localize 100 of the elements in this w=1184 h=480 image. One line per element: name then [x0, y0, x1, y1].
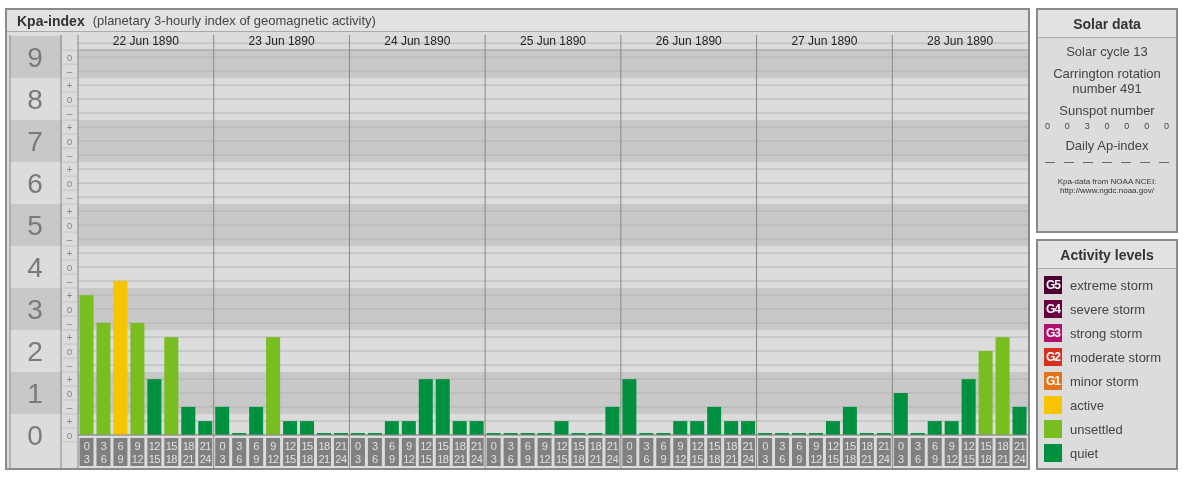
- x-tick-label: 3 6: [779, 440, 786, 465]
- level-label: active: [1070, 397, 1104, 413]
- x-tick-label: 0 3: [897, 440, 904, 465]
- kp-axis-label: 0: [27, 420, 43, 451]
- ap-heading: Daily Ap-index: [1065, 138, 1149, 153]
- date-label: 28 Jun 1890: [927, 34, 994, 48]
- chart-subtitle: (planetary 3-hourly index of geomagnetic activity): [92, 13, 376, 28]
- time-slot-label: 12 15: [147, 438, 162, 466]
- time-slot-label: 3 6: [775, 438, 790, 466]
- time-slot-label: 9 12: [130, 438, 145, 466]
- level-swatch: G2: [1044, 348, 1062, 366]
- time-slot-label: 3 6: [232, 438, 247, 466]
- time-slot-label: 6 9: [656, 438, 671, 466]
- level-label: unsettled: [1070, 421, 1123, 437]
- kp-axis-label: 9: [27, 42, 43, 74]
- sub-level-label: –: [66, 276, 73, 288]
- x-tick-label: 3 6: [643, 440, 650, 465]
- time-slot-label: 0 3: [758, 438, 773, 466]
- x-tick-label: 6 9: [524, 440, 531, 465]
- date-label: 23 Jun 1890: [248, 34, 315, 48]
- level-label: extreme storm: [1070, 277, 1154, 293]
- time-slot-label: 18 21: [317, 438, 331, 466]
- kp-axis-label: 2: [27, 336, 43, 368]
- level-swatch: G5: [1044, 276, 1062, 294]
- level-label: moderate storm: [1070, 349, 1162, 365]
- time-slot-label: 9 12: [266, 438, 281, 466]
- x-tick-label: 0 3: [490, 440, 497, 465]
- sub-level-label: o: [66, 304, 73, 316]
- ap-value: —: [1102, 156, 1112, 167]
- level-label: minor storm: [1070, 373, 1139, 389]
- solar-cycle: Solar cycle 13: [1066, 44, 1148, 59]
- time-slot-label: 18 21: [181, 438, 196, 466]
- sub-level-label: –: [66, 234, 73, 246]
- sunspot-value: 0: [1104, 121, 1110, 131]
- ap-value: —: [1064, 156, 1074, 167]
- x-tick-label: 3 6: [507, 440, 514, 465]
- sub-level-label: o: [66, 136, 73, 148]
- time-slot-label: 0 3: [215, 438, 230, 466]
- x-tick-label: 0 3: [626, 440, 633, 465]
- sunspot-value: 0: [1064, 121, 1070, 131]
- sub-level-label: o: [66, 430, 73, 441]
- level-label: strong storm: [1070, 325, 1143, 341]
- kp-axis-label: 7: [27, 126, 43, 158]
- sunspot-value: 0: [1163, 121, 1169, 131]
- level-swatch: G3: [1044, 324, 1062, 342]
- sub-level-label: o: [66, 262, 73, 274]
- time-slot-label: 9 12: [673, 438, 688, 466]
- sunspot-value: 3: [1084, 121, 1090, 131]
- time-slot-label: 15 18: [300, 438, 315, 466]
- kp-axis-label: 6: [27, 168, 43, 200]
- time-slot-label: 15 18: [164, 438, 179, 466]
- sunspot-heading: Sunspot number: [1059, 103, 1155, 118]
- ap-value: —: [1083, 156, 1093, 167]
- level-label: quiet: [1070, 445, 1099, 461]
- sub-level-label: +: [66, 248, 73, 260]
- kp-axis-label: 1: [27, 378, 43, 409]
- x-tick-label: 3 6: [100, 440, 107, 465]
- sub-level-label: –: [66, 192, 73, 204]
- sub-level-label: o: [66, 346, 73, 358]
- date-label: 25 Jun 1890: [519, 34, 587, 48]
- x-tick-label: 0 3: [762, 440, 769, 465]
- x-tick-label: 6 9: [389, 440, 396, 465]
- date-label: 24 Jun 1890: [384, 34, 451, 48]
- x-tick-label: 6 9: [660, 440, 667, 465]
- time-slot-label: 6 9: [792, 438, 806, 466]
- time-slot-label: 18 21: [588, 438, 603, 466]
- time-slot-label: 18 21: [724, 438, 739, 466]
- time-slot-label: 6 9: [249, 438, 264, 466]
- kp-axis-label: 4: [27, 252, 43, 284]
- sunspot-value: 0: [1124, 121, 1130, 131]
- time-slot-label: 12 15: [283, 438, 298, 466]
- sunspot-value: 0: [1144, 121, 1150, 131]
- sub-level-label: o: [66, 178, 73, 190]
- level-swatch: G4: [1044, 300, 1062, 318]
- sub-level-label: o: [66, 94, 73, 106]
- sub-level-label: +: [66, 416, 73, 427]
- source-note: Kpa-data from NOAA NCEI:: [1057, 177, 1157, 186]
- ap-value: —: [1045, 156, 1055, 167]
- time-slot-label: 21 24: [198, 438, 213, 466]
- sub-level-label: +: [66, 290, 73, 302]
- ap-value: —: [1159, 156, 1169, 167]
- sub-level-label: –: [66, 150, 73, 162]
- sub-level-label: –: [66, 66, 73, 78]
- sub-level-label: o: [66, 52, 73, 64]
- ap-value: —: [1140, 156, 1150, 167]
- time-slot-label: 6 9: [113, 438, 128, 466]
- sunspot-value: 0: [1045, 121, 1050, 131]
- panel-title: Activity levels: [1038, 241, 1176, 269]
- chart-title: Kpa-index: [17, 12, 85, 29]
- x-tick-label: 3 6: [372, 440, 379, 465]
- sub-level-label: +: [66, 122, 73, 134]
- date-label: 26 Jun 1890: [655, 34, 722, 48]
- time-slot-label: 3 6: [639, 438, 654, 466]
- time-slot-label: 15 18: [571, 438, 586, 466]
- kp-axis-label: 5: [27, 210, 43, 242]
- panel-title: Solar data: [1038, 10, 1176, 38]
- level-label: severe storm: [1070, 301, 1146, 317]
- sub-level-label: +: [66, 206, 73, 218]
- time-slot-label: 21 24: [741, 438, 756, 466]
- sub-level-label: +: [66, 164, 73, 176]
